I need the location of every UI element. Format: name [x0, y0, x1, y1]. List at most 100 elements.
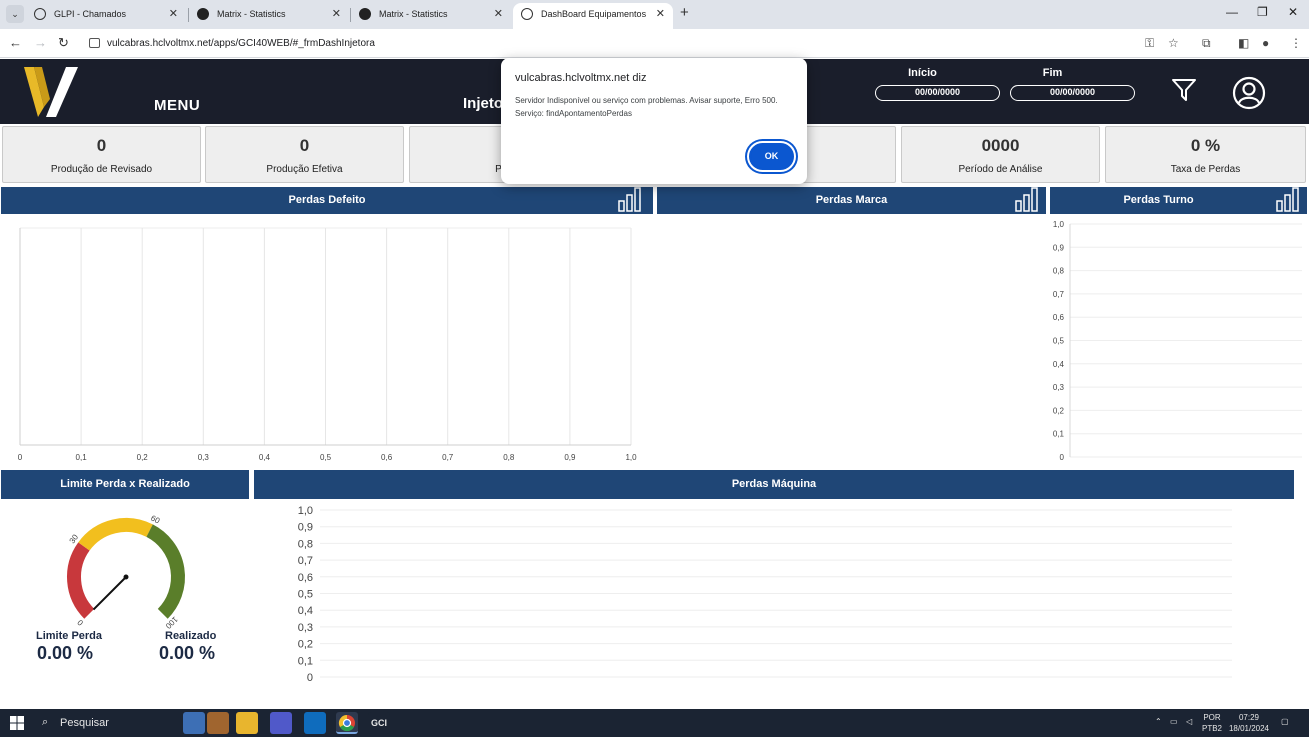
bar-chart-icon[interactable]: [1015, 187, 1039, 212]
gauge-needle-hub: [123, 574, 129, 580]
y-tick-label: 0,1: [298, 655, 313, 667]
matrix-favicon-icon: [359, 8, 371, 20]
file-explorer-icon[interactable]: [236, 712, 258, 734]
restore-icon[interactable]: ❐: [1257, 5, 1268, 19]
dialog-message-line: Servidor Indisponível ou serviço com pro…: [515, 96, 778, 105]
url-field[interactable]: vulcabras.hclvoltmx.net/apps/GCI40WEB/#_…: [107, 38, 375, 49]
reload-icon[interactable]: ↻: [58, 35, 69, 51]
panel-header-limite-perda: Limite Perda x Realizado: [1, 470, 249, 499]
end-date-input[interactable]: 00/00/0000: [1010, 85, 1135, 101]
language-code: POR: [1203, 713, 1221, 722]
page-title: Injeto: [463, 95, 503, 112]
forward-arrow-icon[interactable]: →: [34, 35, 47, 50]
tray-chevron-icon[interactable]: ⌃: [1155, 716, 1162, 727]
kpi-producao-efetiva: 0 Produção Efetiva: [205, 126, 404, 183]
bar-chart-icon[interactable]: [618, 187, 642, 212]
tray-network-icon[interactable]: ▭: [1170, 716, 1178, 727]
y-tick-label: 0,3: [1053, 383, 1065, 392]
user-account-icon[interactable]: [1232, 76, 1266, 110]
limit-caption: Limite Perda: [36, 630, 103, 642]
y-tick-label: 1,0: [298, 505, 313, 517]
close-icon[interactable]: ✕: [494, 3, 503, 25]
y-tick-label: 0,4: [298, 605, 313, 617]
new-tab-plus-icon[interactable]: +: [680, 4, 689, 21]
panel-header-perdas-maquina: Perdas Máquina: [254, 470, 1294, 499]
tray-clock[interactable]: 07:29 18/01/2024: [1228, 712, 1270, 734]
window-close-icon[interactable]: ✕: [1288, 5, 1298, 19]
x-tick-label: 0,1: [76, 453, 88, 462]
chrome-icon[interactable]: [336, 712, 358, 734]
gauge-needle: [92, 576, 127, 611]
gci-app-icon[interactable]: GCI: [368, 712, 390, 734]
y-tick-label: 0,7: [1053, 290, 1065, 299]
kpi-value: 0: [96, 136, 107, 155]
panel-header-perdas-defeito: Perdas Defeito: [1, 187, 653, 214]
teams-icon[interactable]: [270, 712, 292, 734]
close-icon[interactable]: ✕: [169, 3, 178, 25]
filter-icon[interactable]: [1171, 77, 1197, 103]
kpi-producao-revisado: 0 Produção de Revisado: [2, 126, 201, 183]
more-menu-icon[interactable]: ⋮: [1290, 36, 1302, 50]
close-icon[interactable]: ✕: [656, 3, 665, 25]
kpi-label: Produção Efetiva: [266, 164, 343, 175]
outlook-icon[interactable]: [304, 712, 326, 734]
realized-value: 0.00 %: [159, 643, 216, 663]
extensions-icon[interactable]: ⧉: [1202, 36, 1211, 51]
browser-tab-glpi[interactable]: GLPI - Chamados ✕: [26, 3, 186, 29]
y-tick-label: 0,9: [1053, 243, 1065, 252]
close-icon[interactable]: ✕: [332, 3, 341, 25]
taskbar-app-icon[interactable]: [207, 712, 229, 734]
panel-title: Perdas Marca: [815, 194, 888, 206]
gauge-zone: [146, 524, 185, 619]
dialog-message: Servidor Indisponível ou serviço com pro…: [515, 94, 795, 120]
tab-title: GLPI - Chamados: [54, 9, 127, 19]
panel-header-perdas-turno: Perdas Turno: [1050, 187, 1307, 214]
tab-search-chevron-icon[interactable]: ⌄: [6, 5, 24, 23]
browser-tab-bar: ⌄ GLPI - Chamados ✕ Matrix - Statistics …: [0, 0, 1309, 29]
start-date-input[interactable]: 00/00/0000: [875, 85, 1000, 101]
x-tick-label: 0,4: [259, 453, 271, 462]
kpi-value: 0000: [981, 136, 1020, 155]
kpi-value: 0 %: [1190, 136, 1221, 155]
panel-title: Perdas Defeito: [288, 194, 366, 206]
y-tick-label: 0,1: [1053, 430, 1065, 439]
gauge-tick-label: 0: [75, 617, 85, 627]
dialog-message-line: Serviço: findApontamentoPerdas: [515, 109, 632, 118]
tray-volume-icon[interactable]: ◁: [1186, 716, 1192, 727]
side-panel-icon[interactable]: ◧: [1238, 36, 1249, 50]
browser-tab-matrix-1[interactable]: Matrix - Statistics ✕: [189, 3, 349, 29]
kpi-periodo-analise: 0000 Período de Análise: [901, 126, 1100, 183]
tab-title: Matrix - Statistics: [217, 9, 286, 19]
browser-tab-dashboard[interactable]: DashBoard Equipamentos ✕: [513, 3, 673, 29]
panel-title: Perdas Turno: [1123, 194, 1194, 206]
x-tick-label: 0,2: [137, 453, 149, 462]
y-tick-label: 0,9: [298, 522, 313, 534]
tray-language[interactable]: POR PTB2: [1202, 712, 1222, 734]
y-tick-label: 0,4: [1053, 360, 1065, 369]
taskbar-widget-icon[interactable]: [183, 712, 205, 734]
x-tick-label: 0,7: [442, 453, 454, 462]
panel-title: Limite Perda x Realizado: [60, 478, 190, 490]
x-tick-label: 0,6: [381, 453, 393, 462]
notification-icon[interactable]: ▢: [1281, 716, 1289, 727]
browser-tab-matrix-2[interactable]: Matrix - Statistics ✕: [351, 3, 511, 29]
menu-button[interactable]: MENU: [154, 97, 200, 114]
dialog-title: vulcabras.hclvoltmx.net diz: [515, 72, 647, 84]
minimize-icon[interactable]: —: [1226, 5, 1238, 19]
windows-start-icon[interactable]: [10, 716, 24, 730]
end-date-label: Fim: [1042, 67, 1063, 79]
bookmark-star-icon[interactable]: ☆: [1168, 36, 1179, 50]
back-arrow-icon[interactable]: ←: [9, 35, 22, 50]
x-tick-label: 0,8: [503, 453, 515, 462]
x-tick-label: 0,5: [320, 453, 332, 462]
start-date-label: Início: [908, 67, 937, 79]
address-bar: ← → ↻ vulcabras.hclvoltmx.net/apps/GCI40…: [0, 29, 1309, 58]
ok-button[interactable]: OK: [749, 143, 794, 170]
y-tick-label: 0,5: [298, 589, 313, 601]
profile-icon[interactable]: ●: [1262, 36, 1269, 50]
site-info-icon[interactable]: [89, 38, 100, 48]
search-placeholder: Pesquisar: [60, 717, 109, 729]
bar-chart-icon[interactable]: [1276, 187, 1300, 212]
kpi-taxa-perdas: 0 % Taxa de Perdas: [1105, 126, 1306, 183]
password-key-icon[interactable]: ⚿: [1145, 36, 1154, 51]
